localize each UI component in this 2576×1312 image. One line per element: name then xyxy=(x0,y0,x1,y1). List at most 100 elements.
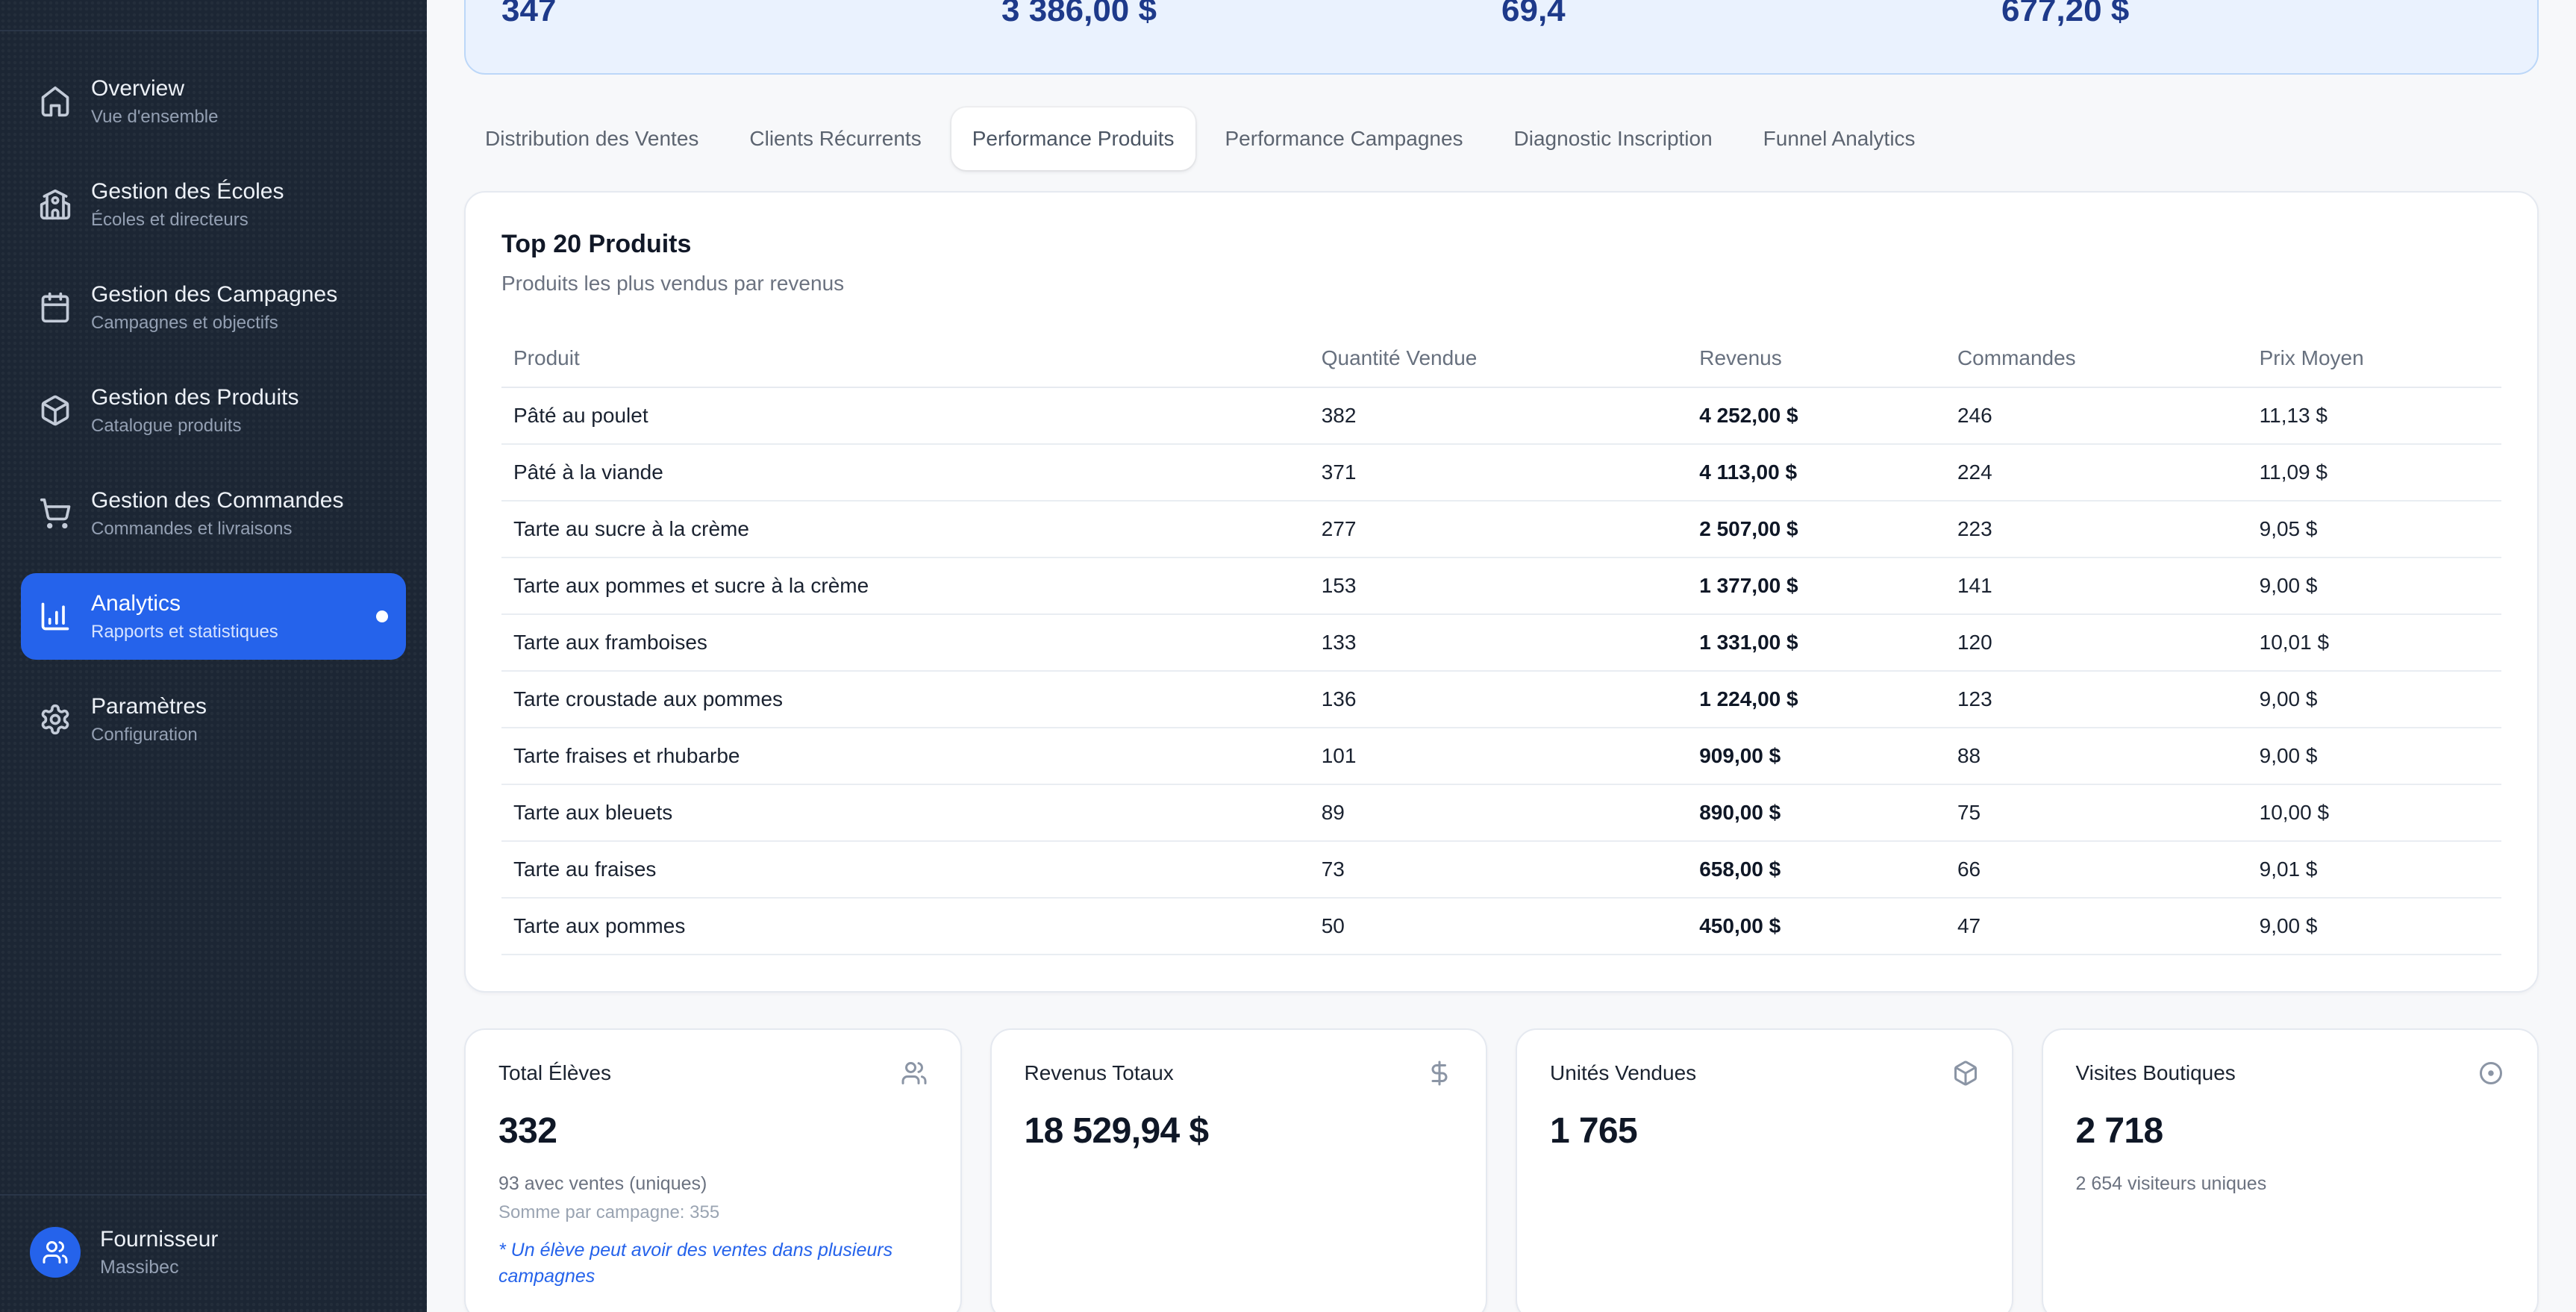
kpi-value: 2 718 xyxy=(2076,1110,2505,1152)
sidebar-item-sublabel: Catalogue produits xyxy=(91,415,298,437)
kpi-cards: Total Élèves 332 93 avec ventes (uniques… xyxy=(464,1028,2539,1312)
cell-quantite: 382 xyxy=(1310,387,1688,444)
sidebar-item-sublabel: Commandes et livraisons xyxy=(91,518,344,540)
calendar-icon xyxy=(39,291,72,324)
cell-commandes: 223 xyxy=(1945,501,2248,557)
table-row: Tarte aux pommes50450,00 $479,00 $ xyxy=(501,898,2501,955)
cell-produit: Pâté au poulet xyxy=(501,387,1310,444)
table-row: Tarte au sucre à la crème2772 507,00 $22… xyxy=(501,501,2501,557)
kpi-title: Unités Vendues xyxy=(1550,1060,1696,1087)
table-row: Pâté à la viande3714 113,00 $22411,09 $ xyxy=(501,444,2501,501)
cell-prix-moyen: 11,13 $ xyxy=(2248,387,2501,444)
cell-revenus: 658,00 $ xyxy=(1687,841,1945,898)
cell-prix-moyen: 11,09 $ xyxy=(2248,444,2501,501)
cell-produit: Tarte au sucre à la crème xyxy=(501,501,1310,557)
cell-prix-moyen: 10,01 $ xyxy=(2248,614,2501,671)
kpi-card-unites-vendues: Unités Vendues 1 765 xyxy=(1516,1028,2013,1312)
cell-quantite: 136 xyxy=(1310,671,1688,728)
kpi-footnote: * Un élève peut avoir des ventes dans pl… xyxy=(498,1237,928,1290)
sidebar-item-sublabel: Rapports et statistiques xyxy=(91,621,278,643)
cell-commandes: 75 xyxy=(1945,784,2248,841)
cell-prix-moyen: 9,00 $ xyxy=(2248,728,2501,784)
cell-revenus: 1 224,00 $ xyxy=(1687,671,1945,728)
sidebar-item-gestion-des-produits[interactable]: Gestion des ProduitsCatalogue produits xyxy=(21,367,406,454)
cell-produit: Tarte croustade aux pommes xyxy=(501,671,1310,728)
tab-performance-produits[interactable]: Performance Produits xyxy=(951,107,1195,170)
tab-clients-recurrents[interactable]: Clients Récurrents xyxy=(728,107,942,170)
cell-produit: Pâté à la viande xyxy=(501,444,1310,501)
cell-produit: Tarte aux pommes xyxy=(501,898,1310,955)
cell-commandes: 224 xyxy=(1945,444,2248,501)
sidebar-item-gestion-des-campagnes[interactable]: Gestion des CampagnesCampagnes et object… xyxy=(21,264,406,351)
users-icon xyxy=(42,1239,69,1266)
cell-produit: Tarte au fraises xyxy=(501,841,1310,898)
cell-revenus: 4 252,00 $ xyxy=(1687,387,1945,444)
cell-produit: Tarte aux framboises xyxy=(501,614,1310,671)
school-icon xyxy=(39,188,72,221)
sidebar-item-label: Gestion des Commandes xyxy=(91,487,344,515)
cell-commandes: 141 xyxy=(1945,557,2248,614)
sidebar-item-label: Overview xyxy=(91,75,218,103)
col-header-produit: Produit xyxy=(501,333,1310,387)
table-row: Tarte fraises et rhubarbe101909,00 $889,… xyxy=(501,728,2501,784)
cell-revenus: 909,00 $ xyxy=(1687,728,1945,784)
tab-funnel-analytics[interactable]: Funnel Analytics xyxy=(1742,107,1936,170)
top-stat-value: 3 386,00 $ xyxy=(1001,0,1501,30)
cell-quantite: 73 xyxy=(1310,841,1688,898)
kpi-title: Visites Boutiques xyxy=(2076,1060,2236,1087)
cell-commandes: 88 xyxy=(1945,728,2248,784)
col-header-prix-moyen: Prix Moyen xyxy=(2248,333,2501,387)
cell-produit: Tarte aux pommes et sucre à la crème xyxy=(501,557,1310,614)
cell-quantite: 101 xyxy=(1310,728,1688,784)
active-indicator-dot xyxy=(376,610,388,622)
cell-prix-moyen: 9,00 $ xyxy=(2248,898,2501,955)
top-stat-value: 347 xyxy=(501,0,1001,30)
kpi-subtext: 2 654 visiteurs uniques xyxy=(2076,1172,2505,1196)
table-row: Tarte aux pommes et sucre à la crème1531… xyxy=(501,557,2501,614)
top-products-card: Top 20 Produits Produits les plus vendus… xyxy=(464,191,2539,993)
col-header-revenus: Revenus xyxy=(1687,333,1945,387)
cell-prix-moyen: 9,00 $ xyxy=(2248,671,2501,728)
kpi-title: Revenus Totaux xyxy=(1025,1060,1174,1087)
dollar-icon xyxy=(1426,1060,1453,1087)
tab-distribution-des-ventes[interactable]: Distribution des Ventes xyxy=(464,107,719,170)
eye-icon xyxy=(2477,1060,2504,1087)
table-row: Tarte aux bleuets89890,00 $7510,00 $ xyxy=(501,784,2501,841)
card-title: Top 20 Produits xyxy=(501,228,2501,260)
cell-commandes: 123 xyxy=(1945,671,2248,728)
cell-produit: Tarte fraises et rhubarbe xyxy=(501,728,1310,784)
sidebar-item-sublabel: Vue d'ensemble xyxy=(91,106,218,128)
cell-produit: Tarte aux bleuets xyxy=(501,784,1310,841)
gear-icon xyxy=(39,703,72,736)
package-icon xyxy=(39,394,72,427)
sidebar-item-analytics[interactable]: AnalyticsRapports et statistiques xyxy=(21,573,406,660)
sidebar-item-overview[interactable]: Overview Vue d'ensemble xyxy=(21,58,406,145)
cell-revenus: 4 113,00 $ xyxy=(1687,444,1945,501)
cell-quantite: 50 xyxy=(1310,898,1688,955)
cell-revenus: 1 377,00 $ xyxy=(1687,557,1945,614)
sidebar-item-gestion-des-commandes[interactable]: Gestion des Commandes Commandes et livrai… xyxy=(21,470,406,557)
analytics-tabs: Distribution des VentesClients Récurrent… xyxy=(464,107,2539,170)
table-row: Tarte croustade aux pommes1361 224,00 $1… xyxy=(501,671,2501,728)
cell-revenus: 2 507,00 $ xyxy=(1687,501,1945,557)
profile-role: Fournisseur xyxy=(100,1225,218,1254)
kpi-title: Total Élèves xyxy=(498,1060,611,1087)
summary-stats-banner: 3473 386,00 $69,4677,20 $ xyxy=(464,0,2539,75)
kpi-subtext-secondary: Somme par campagne: 355 xyxy=(498,1202,928,1224)
tab-performance-campagnes[interactable]: Performance Campagnes xyxy=(1204,107,1484,170)
cell-quantite: 371 xyxy=(1310,444,1688,501)
sidebar-header xyxy=(0,0,427,31)
sidebar-item-parametres[interactable]: ParamètresConfiguration xyxy=(21,676,406,763)
sidebar-item-label: Gestion des Campagnes xyxy=(91,281,337,309)
sidebar-item-gestion-des-ecoles[interactable]: Gestion des ÉcolesÉcoles et directeurs xyxy=(21,161,406,248)
home-icon xyxy=(39,85,72,118)
kpi-subtext: 93 avec ventes (uniques) xyxy=(498,1172,928,1196)
kpi-value: 18 529,94 $ xyxy=(1025,1110,1454,1152)
cell-commandes: 47 xyxy=(1945,898,2248,955)
cell-prix-moyen: 10,00 $ xyxy=(2248,784,2501,841)
cell-commandes: 246 xyxy=(1945,387,2248,444)
tab-diagnostic-inscription[interactable]: Diagnostic Inscription xyxy=(1493,107,1734,170)
cell-quantite: 153 xyxy=(1310,557,1688,614)
cell-revenus: 890,00 $ xyxy=(1687,784,1945,841)
sidebar-item-label: Gestion des Écoles xyxy=(91,178,284,206)
